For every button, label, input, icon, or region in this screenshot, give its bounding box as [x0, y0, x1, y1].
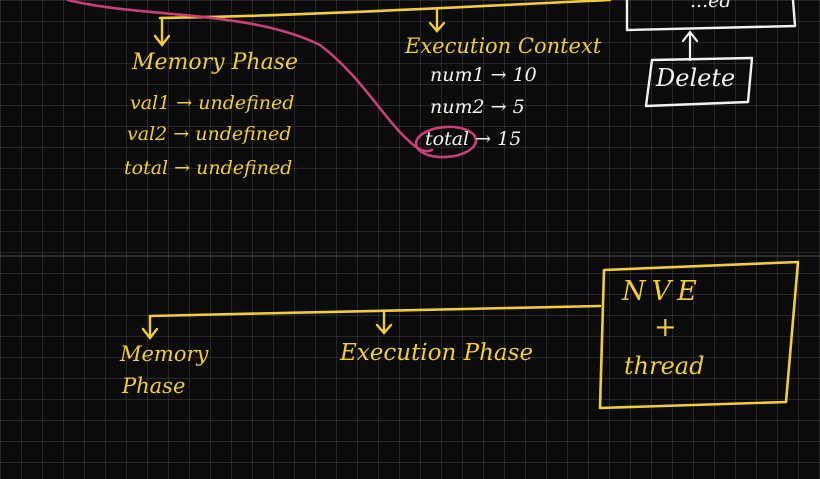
top-memory-row-total: total → undefined [124, 157, 293, 179]
bottom-execution-arrow [375, 310, 393, 335]
execution-phase-label: Execution Phase [340, 340, 534, 366]
top-execution-arrow [428, 8, 446, 33]
execution-row-total: total → 15 [425, 128, 522, 150]
execution-row-num1: num1 → 10 [430, 64, 537, 86]
top-memory-row-val2: val2 → undefined [127, 123, 292, 145]
delete-box-label: Delete [656, 64, 736, 92]
top-memory-arrow [153, 16, 171, 47]
thread-label: thread [624, 352, 705, 380]
top-memory-row-val1: val1 → undefined [130, 92, 295, 114]
delete-up-arrow [681, 30, 699, 62]
clipped-box-label: ...ed [690, 0, 732, 12]
whiteboard-canvas: Memory Phase val1 → undefined val2 → und… [0, 0, 820, 479]
top-memory-phase-title: Memory Phase [132, 50, 298, 75]
bottom-memory-label-line1: Memory [120, 342, 209, 366]
nve-label: NVE [622, 276, 703, 307]
top-connector-line [158, 0, 612, 20]
plus-label: + [654, 312, 677, 343]
execution-row-num2: num2 → 5 [430, 96, 525, 118]
bottom-connector-line [148, 304, 602, 318]
bottom-memory-arrow [141, 314, 159, 340]
bottom-memory-label-line2: Phase [122, 374, 186, 398]
execution-context-title: Execution Context [405, 34, 602, 58]
